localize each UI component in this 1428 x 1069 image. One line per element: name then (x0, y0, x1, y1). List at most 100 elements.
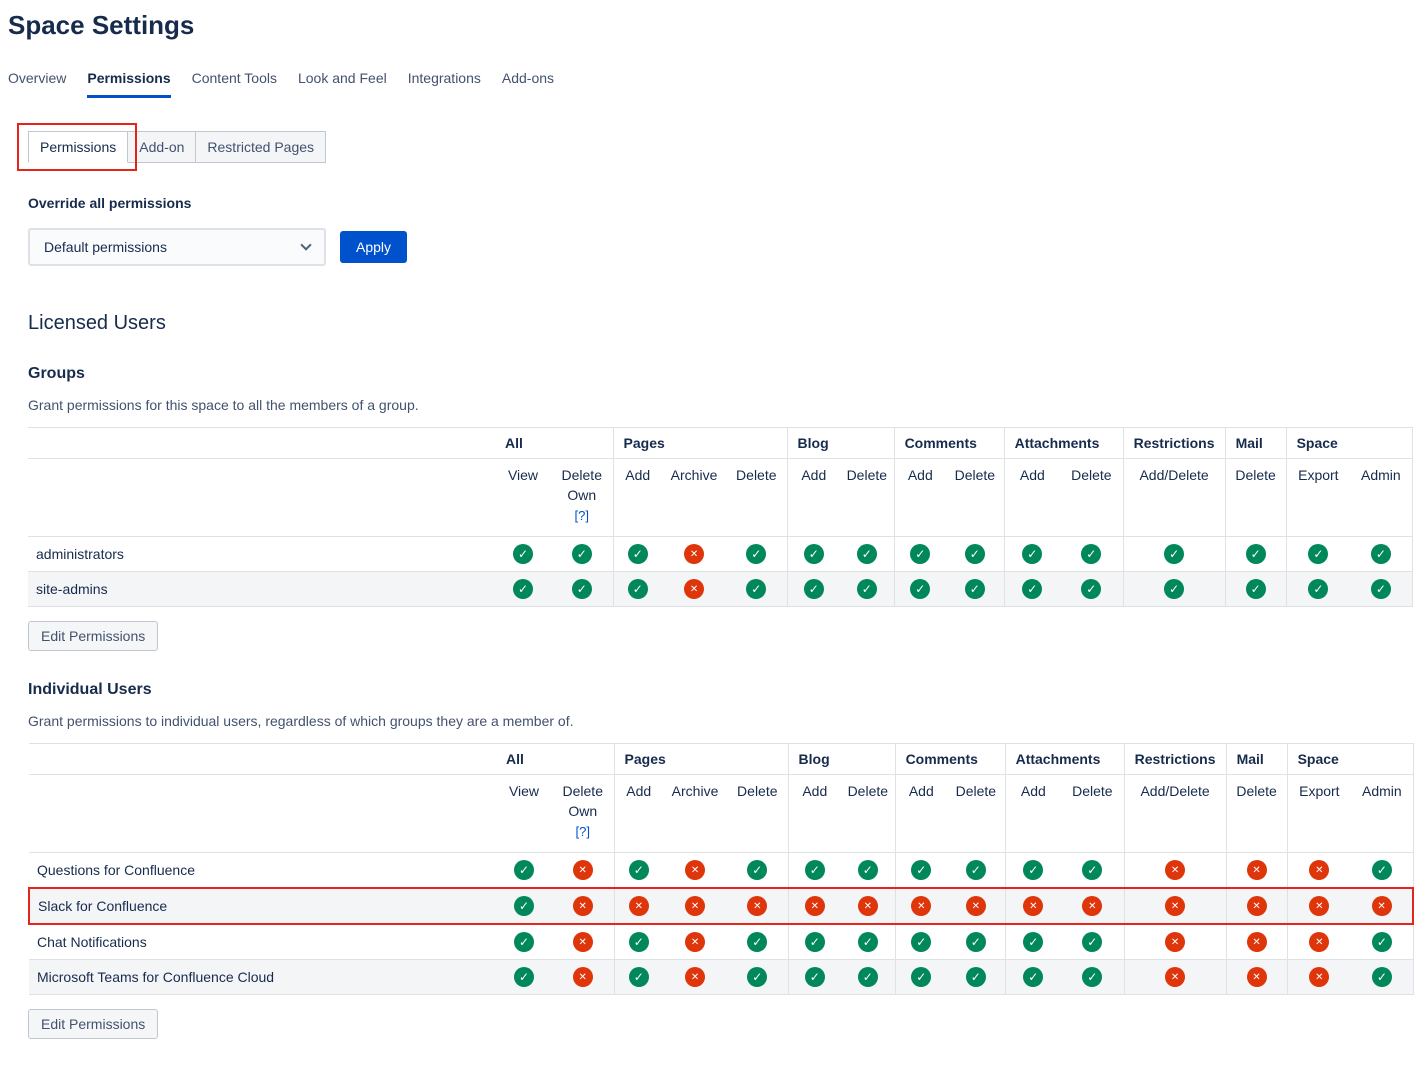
tab-look-and-feel[interactable]: Look and Feel (298, 70, 387, 98)
override-permissions-heading: Override all permissions (28, 195, 1414, 211)
subtab-permissions[interactable]: Permissions (28, 131, 128, 163)
x-circle-icon (1372, 896, 1392, 916)
tab-overview[interactable]: Overview (8, 70, 66, 98)
x-circle-icon (685, 860, 705, 880)
check-circle-icon (514, 896, 534, 916)
x-circle-icon (1309, 896, 1329, 916)
check-circle-icon (1081, 579, 1101, 599)
check-circle-icon (747, 860, 767, 880)
x-circle-icon (1309, 932, 1329, 952)
check-circle-icon (747, 967, 767, 987)
check-circle-icon (966, 932, 986, 952)
column-group-mail: Mail (1226, 744, 1287, 775)
override-permissions-controls: Default permissions Apply (28, 228, 1414, 266)
permissions-dropdown-value: Default permissions (44, 239, 167, 255)
subtab-add-on[interactable]: Add-on (128, 131, 196, 162)
edit-groups-permissions-button[interactable]: Edit Permissions (28, 621, 158, 651)
column-group-pages: Pages (613, 428, 787, 459)
column-header-view: View (496, 775, 552, 853)
check-circle-icon (857, 544, 877, 564)
check-circle-icon (1023, 932, 1043, 952)
column-header-pages-add: Add (613, 459, 662, 537)
check-circle-icon (910, 579, 930, 599)
check-circle-icon (572, 544, 592, 564)
column-header-space-export: Export (1287, 775, 1351, 853)
row-name: Questions for Confluence (29, 853, 496, 889)
groups-heading: Groups (28, 365, 1414, 383)
column-header-blog-delete: Delete (840, 459, 894, 537)
row-name: Chat Notifications (29, 924, 496, 960)
edit-individual-permissions-button[interactable]: Edit Permissions (28, 1009, 158, 1039)
check-circle-icon (910, 544, 930, 564)
check-circle-icon (1246, 544, 1266, 564)
check-circle-icon (1023, 860, 1043, 880)
individual-users-permissions-table: All Pages Blog Comments Attachments Rest… (28, 743, 1414, 995)
x-circle-icon (1023, 896, 1043, 916)
check-circle-icon (1081, 544, 1101, 564)
column-header-comments-add: Add (894, 459, 946, 537)
x-circle-icon (1247, 967, 1267, 987)
check-circle-icon (572, 579, 592, 599)
x-circle-icon (573, 932, 593, 952)
check-circle-icon (514, 932, 534, 952)
delete-own-help-link[interactable]: [?] (575, 508, 589, 523)
check-circle-icon (1023, 967, 1043, 987)
check-circle-icon (911, 967, 931, 987)
chevron-down-icon (300, 239, 311, 250)
column-group-header-row: All Pages Blog Comments Attachments Rest… (28, 428, 1412, 459)
column-header-space-export: Export (1286, 459, 1350, 537)
x-circle-icon (1165, 967, 1185, 987)
check-circle-icon (1082, 860, 1102, 880)
delete-own-help-link[interactable]: [?] (576, 824, 590, 839)
row-name: Slack for Confluence (29, 888, 496, 924)
check-circle-icon (858, 860, 878, 880)
column-group-mail: Mail (1225, 428, 1286, 459)
column-header-pages-archive: Archive (663, 775, 727, 853)
tab-content-tools[interactable]: Content Tools (192, 70, 277, 98)
check-circle-icon (1371, 544, 1391, 564)
column-header-comments-add: Add (895, 775, 947, 853)
column-header-comments-delete: Delete (946, 459, 1004, 537)
check-circle-icon (1082, 932, 1102, 952)
check-circle-icon (966, 967, 986, 987)
column-header-mail-delete: Delete (1225, 459, 1286, 537)
x-circle-icon (1309, 860, 1329, 880)
x-circle-icon (685, 896, 705, 916)
subtab-restricted-pages[interactable]: Restricted Pages (196, 131, 326, 162)
apply-button[interactable]: Apply (340, 231, 407, 263)
x-circle-icon (684, 544, 704, 564)
check-circle-icon (629, 932, 649, 952)
x-circle-icon (911, 896, 931, 916)
tab-integrations[interactable]: Integrations (408, 70, 481, 98)
permissions-dropdown[interactable]: Default permissions (28, 228, 326, 266)
column-header-blog-delete: Delete (841, 775, 895, 853)
check-circle-icon (911, 932, 931, 952)
column-group-pages: Pages (614, 744, 788, 775)
check-circle-icon (965, 579, 985, 599)
check-circle-icon (746, 579, 766, 599)
check-circle-icon (746, 544, 766, 564)
check-circle-icon (1082, 967, 1102, 987)
column-header-pages-archive: Archive (662, 459, 726, 537)
check-circle-icon (858, 967, 878, 987)
individual-users-description: Grant permissions to individual users, r… (28, 713, 1414, 729)
check-circle-icon (1246, 579, 1266, 599)
column-group-comments: Comments (894, 428, 1004, 459)
column-group-space: Space (1287, 744, 1413, 775)
individual-users-heading: Individual Users (28, 681, 1414, 699)
check-circle-icon (1022, 579, 1042, 599)
check-circle-icon (1372, 932, 1392, 952)
column-header-attachments-delete: Delete (1060, 459, 1123, 537)
column-header-attachments-delete: Delete (1061, 775, 1124, 853)
column-header-pages-delete: Delete (727, 775, 788, 853)
x-circle-icon (1247, 932, 1267, 952)
groups-permissions-table: All Pages Blog Comments Attachments Rest… (28, 427, 1413, 607)
column-header-row: View Delete Own[?] Add Archive Delete Ad… (28, 459, 1412, 537)
check-circle-icon (514, 860, 534, 880)
row-name: administrators (28, 537, 495, 572)
tab-add-ons[interactable]: Add-ons (502, 70, 554, 98)
tab-permissions[interactable]: Permissions (87, 70, 170, 98)
x-circle-icon (1165, 896, 1185, 916)
table-row-slack-for-confluence: Slack for Confluence (29, 888, 1413, 924)
column-header-blog-add: Add (787, 459, 840, 537)
